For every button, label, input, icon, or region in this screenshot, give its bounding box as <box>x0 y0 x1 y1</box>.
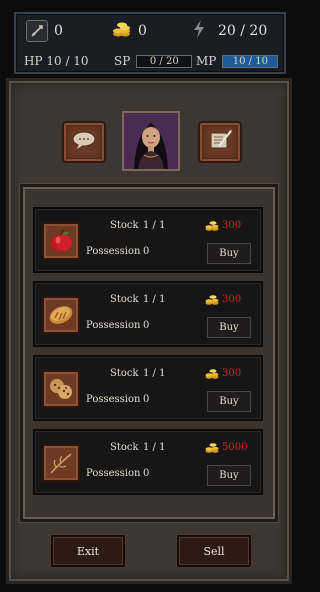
item-price: 300 <box>222 220 242 231</box>
sp-bar: 0 / 20 <box>136 54 193 68</box>
status-bar: 0 0 20 / 20 HP 10 / 10 SP 0 / 20 MP 10 /… <box>14 12 286 74</box>
stat-a: 0 <box>26 20 63 42</box>
stock-value: 1 / 1 <box>143 368 166 379</box>
cookie-icon[interactable] <box>42 370 80 408</box>
exit-button[interactable]: Exit <box>51 535 125 567</box>
shop-item-row: Stock 1 / 1 300 Possession 0 Buy <box>33 207 263 273</box>
sp-label: SP <box>114 54 131 68</box>
talk-button[interactable] <box>62 121 106 163</box>
bread-icon[interactable] <box>42 296 80 334</box>
mp-bar: 10 / 10 <box>222 54 279 68</box>
speech-bubble-icon <box>71 130 97 154</box>
stat-a-value: 0 <box>54 23 63 39</box>
item-price: 5000 <box>222 442 248 453</box>
shop-list: Stock 1 / 1 300 Possession 0 Buy Stock 1 / 1 300… <box>20 184 278 522</box>
stock-label: Stock <box>110 220 139 231</box>
quest-button[interactable] <box>198 121 242 163</box>
stock-value: 1 / 1 <box>143 442 166 453</box>
coin-stack-icon <box>112 19 132 43</box>
shop-item-row: Stock 1 / 1 300 Possession 0 Buy <box>33 281 263 347</box>
possession-value: 0 <box>143 246 150 257</box>
item-price: 300 <box>222 368 242 379</box>
mp-value: 10 / 10 <box>232 55 268 67</box>
sword-icon <box>26 20 48 42</box>
shop-item-row: Stock 1 / 1 5000 Possession 0 Buy <box>33 429 263 495</box>
lightning-icon <box>192 19 206 43</box>
possession-value: 0 <box>143 320 150 331</box>
scroll-quill-icon <box>207 128 233 156</box>
stock-label: Stock <box>110 294 139 305</box>
buy-button[interactable]: Buy <box>207 243 251 264</box>
buy-button[interactable]: Buy <box>207 317 251 338</box>
possession-label: Possession <box>86 320 141 331</box>
hp-text: HP 10 / 10 <box>24 54 89 68</box>
stock-label: Stock <box>110 442 139 453</box>
possession-label: Possession <box>86 246 141 257</box>
shop-item-row: Stock 1 / 1 300 Possession 0 Buy <box>33 355 263 421</box>
coin-icon <box>205 217 219 236</box>
sp-stat: SP 0 / 20 <box>114 52 193 70</box>
stock-value: 1 / 1 <box>143 294 166 305</box>
sp-value: 0 / 20 <box>149 55 179 67</box>
coin-icon <box>205 439 219 458</box>
possession-label: Possession <box>86 394 141 405</box>
mp-label: MP <box>196 54 217 68</box>
energy-value: 20 / 20 <box>218 23 268 39</box>
gold-stat: 0 <box>112 20 147 42</box>
buy-button[interactable]: Buy <box>207 465 251 486</box>
herb-icon[interactable] <box>42 444 80 482</box>
coin-icon <box>205 365 219 384</box>
stock-label: Stock <box>110 368 139 379</box>
mp-stat: MP 10 / 10 <box>196 52 279 70</box>
buy-button[interactable]: Buy <box>207 391 251 412</box>
sell-button[interactable]: Sell <box>177 535 251 567</box>
possession-value: 0 <box>143 468 150 479</box>
item-price: 300 <box>222 294 242 305</box>
apple-icon[interactable] <box>42 222 80 260</box>
shop-panel: Stock 1 / 1 300 Possession 0 Buy Stock 1 / 1 300… <box>6 78 292 584</box>
stock-value: 1 / 1 <box>143 220 166 231</box>
possession-value: 0 <box>143 394 150 405</box>
coin-icon <box>205 291 219 310</box>
energy-stat: 20 / 20 <box>192 20 267 42</box>
merchant-portrait <box>122 111 180 171</box>
gold-value: 0 <box>138 23 147 39</box>
possession-label: Possession <box>86 468 141 479</box>
